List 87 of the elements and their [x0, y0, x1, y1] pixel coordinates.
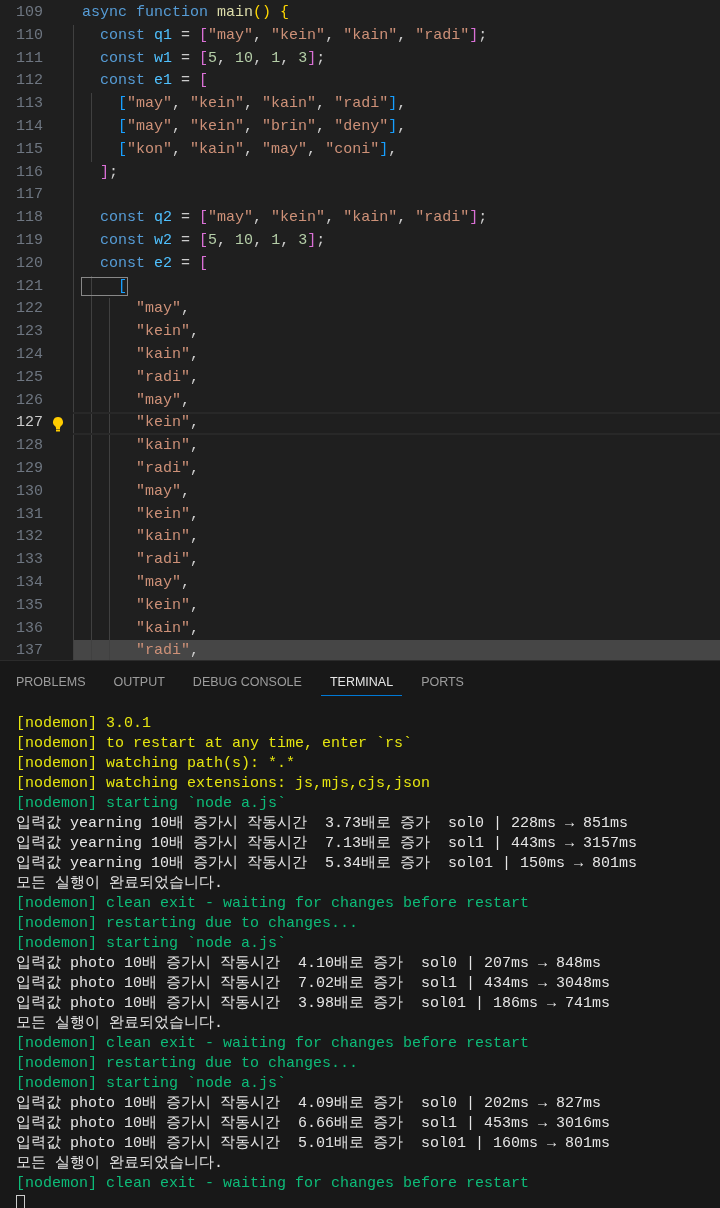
code-line: const q2 = ["may", "kein", "kain", "radi"]; [99, 209, 488, 227]
line-number: 130 [15, 481, 43, 502]
line-number: 113 [15, 94, 43, 115]
line-number: 118 [15, 208, 43, 229]
code-line: "radi", [135, 642, 200, 660]
code-line: async function main() { [82, 4, 290, 21]
line-number: 114 [15, 117, 43, 137]
code-line: "may", [135, 573, 191, 591]
code-line: "kain", [135, 528, 200, 546]
line-number: 126 [15, 390, 43, 411]
terminal-line: 입력값 yearning 10배 증가시 작동시간 7.13배로 증가 sol1 | 443ms → 3157ms [16, 834, 639, 854]
line-number: 137 [15, 641, 43, 660]
terminal-line: [nodemon] watching extensions: js,mjs,cjs,json [16, 774, 432, 794]
line-number: 133 [15, 550, 43, 571]
line-number: 136 [15, 618, 43, 639]
terminal-line: 입력값 photo 10배 증가시 작동시간 5.01배로 증가 sol01 | 160ms → 801ms [16, 1134, 612, 1154]
code-line: "radi", [135, 551, 200, 569]
line-number: 121 [15, 276, 43, 297]
terminal-line: [nodemon] restarting due to changes... [16, 1054, 360, 1074]
panel-tab[interactable]: OUTPUT [104, 670, 174, 696]
terminal-line: 모든 실행이 완료되었습니다. [16, 1154, 224, 1174]
line-number: 109 [15, 3, 43, 23]
terminal-line: 입력값 yearning 10배 증가시 작동시간 3.73배로 증가 sol0 | 228ms → 851ms [16, 814, 630, 834]
terminal-line: [nodemon] clean exit - waiting for changes before restart [16, 1034, 531, 1054]
code-line: "kein", [135, 323, 200, 341]
terminal-line: [nodemon] 3.0.1 [16, 714, 153, 734]
terminal-line: [nodemon] starting `node a.js` [16, 794, 288, 814]
code-line: "may", [135, 391, 191, 409]
terminal-line: 입력값 photo 10배 증가시 작동시간 3.98배로 증가 sol01 | 186ms → 741ms [16, 994, 612, 1014]
line-number: 116 [15, 162, 43, 183]
line-number: 112 [15, 71, 43, 92]
line-number: 128 [15, 436, 43, 457]
code-line: "kain", [135, 437, 200, 455]
terminal-line: 입력값 photo 10배 증가시 작동시간 6.66배로 증가 sol1 | 453ms → 3016ms [16, 1114, 612, 1134]
code-line: ["may", "kein", "kain", "radi"], [117, 95, 407, 113]
code-line: "kain", [135, 345, 200, 363]
code-line: "kain", [135, 619, 200, 637]
code-line: "may", [135, 482, 191, 500]
line-number: 125 [15, 367, 43, 388]
code-line: ["may", "kein", "brin", "deny"], [117, 118, 407, 135]
code-line: const w2 = [5, 10, 1, 3]; [99, 231, 326, 249]
terminal-line: 모든 실행이 완료되었습니다. [16, 874, 224, 894]
line-number: 124 [15, 344, 43, 365]
code-line: const w1 = [5, 10, 1, 3]; [99, 49, 326, 67]
line-number: 122 [15, 299, 43, 320]
line-number: 119 [15, 230, 43, 251]
code-line: "radi", [135, 368, 200, 386]
line-number: 127 [15, 413, 43, 434]
line-number: 120 [15, 253, 43, 274]
panel-tab[interactable]: TERMINAL [320, 670, 403, 696]
code-line: const e2 = [ [99, 254, 209, 272]
line-number: 132 [15, 527, 43, 548]
code-line: ]; [99, 163, 119, 181]
line-number: 129 [15, 458, 43, 479]
code-line: ["kon", "kain", "may", "coni"], [117, 140, 398, 158]
code-line: "radi", [135, 459, 200, 477]
terminal-line: [nodemon] starting `node a.js` [16, 934, 288, 954]
line-number: 134 [15, 572, 43, 593]
code-line: const q1 = ["may", "kein", "kain", "radi"]; [99, 26, 488, 44]
terminal-line: [nodemon] watching path(s): *.* [16, 754, 297, 774]
code-line: [ [82, 277, 128, 295]
terminal-line: [nodemon] starting `node a.js` [16, 1074, 288, 1094]
panel-tab[interactable]: PORTS [412, 670, 473, 696]
terminal-line: 입력값 yearning 10배 증가시 작동시간 5.34배로 증가 sol01 | 150ms → 801ms [16, 854, 639, 874]
code-line: const e1 = [ [99, 72, 209, 90]
code-line: "kein", [135, 414, 200, 432]
line-number: 111 [15, 48, 43, 69]
code-line: "kein", [135, 505, 200, 523]
terminal-line: [nodemon] clean exit - waiting for changes before restart [16, 894, 531, 914]
lightbulb-icon[interactable] [52, 415, 64, 432]
panel-tab[interactable]: PROBLEMS [7, 670, 95, 696]
code-line: "may", [135, 300, 191, 318]
panel-tab[interactable]: DEBUG CONSOLE [183, 670, 311, 696]
line-number: 135 [15, 595, 43, 616]
line-number: 115 [15, 139, 43, 160]
code-line: "kein", [135, 596, 200, 614]
line-number: 110 [15, 25, 43, 46]
terminal-line: [nodemon] to restart at any time, enter `rs` [16, 734, 414, 754]
terminal-line: 입력값 photo 10배 증가시 작동시간 4.09배로 증가 sol0 | 202ms → 827ms [16, 1094, 603, 1114]
terminal-line: 입력값 photo 10배 증가시 작동시간 7.02배로 증가 sol1 | 434ms → 3048ms [16, 974, 612, 994]
terminal-line: [nodemon] clean exit - waiting for changes before restart [16, 1174, 531, 1194]
line-number: 123 [15, 322, 43, 343]
terminal-line: 모든 실행이 완료되었습니다. [16, 1014, 224, 1034]
terminal-line: [nodemon] restarting due to changes... [16, 914, 360, 934]
terminal-line: 입력값 photo 10배 증가시 작동시간 4.10배로 증가 sol0 | 207ms → 848ms [16, 954, 603, 974]
line-number: 131 [15, 504, 43, 525]
line-number: 117 [15, 185, 43, 206]
